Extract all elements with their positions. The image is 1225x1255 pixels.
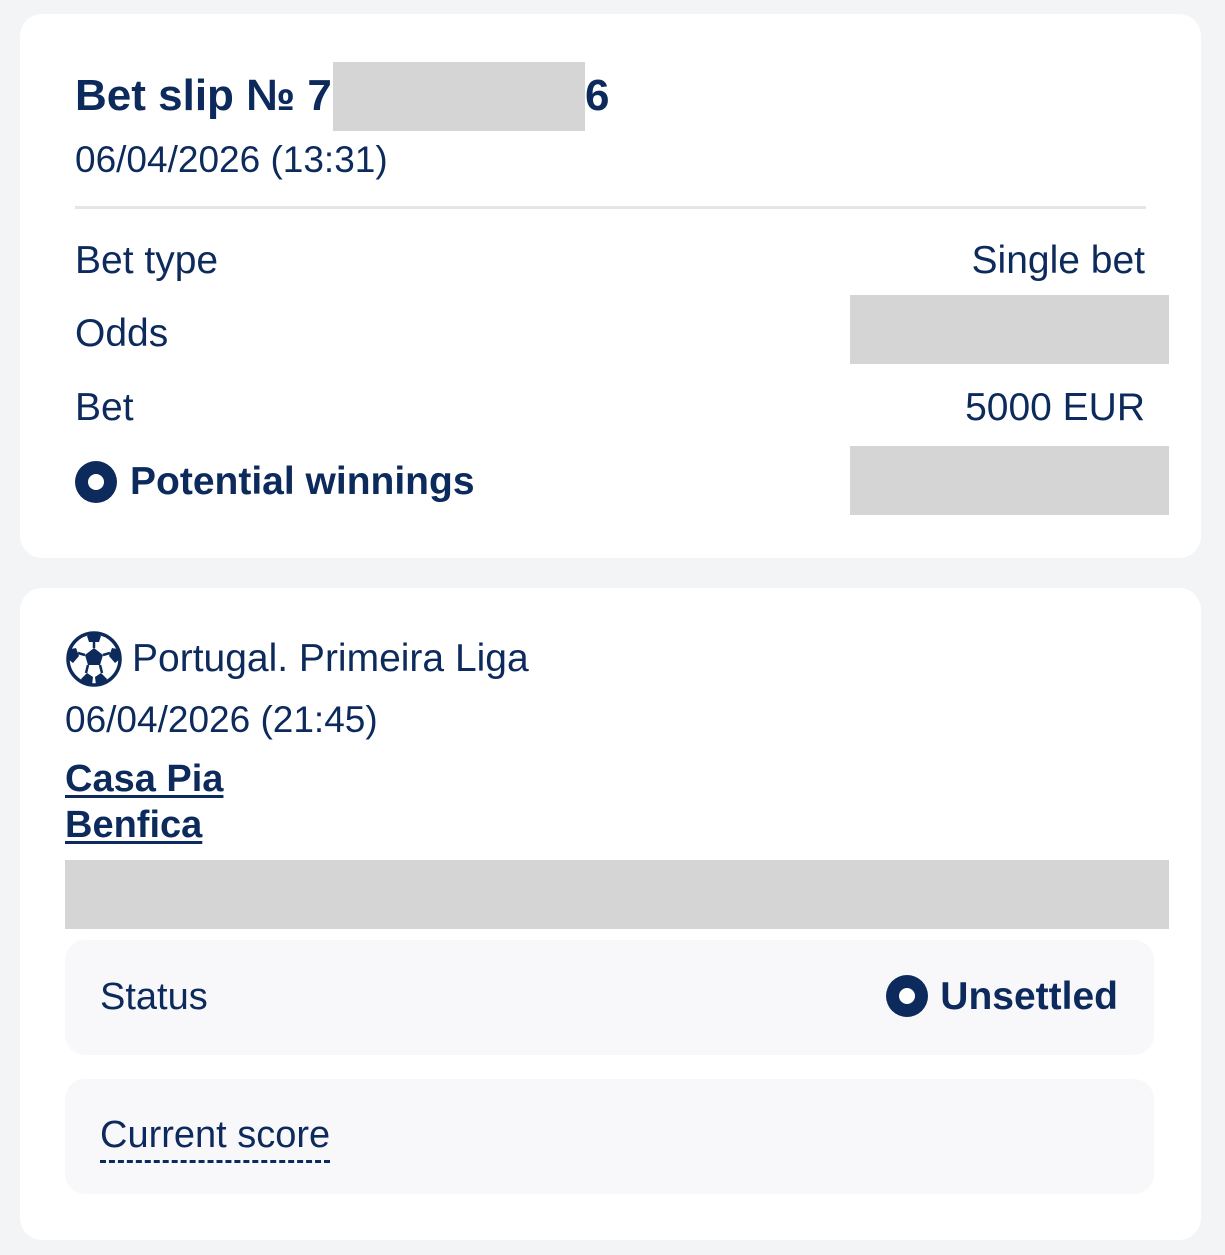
status-label: Status xyxy=(100,976,208,1018)
bet-slip-summary-card: Bet slip № 7 6 06/04/2026 (13:31) Bet ty… xyxy=(20,14,1201,558)
event-date: 06/04/2026 (21:45) xyxy=(65,699,378,740)
status-dot-icon xyxy=(75,461,117,503)
bet-label: Bet xyxy=(75,386,134,429)
redacted-odds-value xyxy=(850,295,1169,364)
potential-winnings-label: Potential winnings xyxy=(130,460,475,503)
status-value: Unsettled xyxy=(940,975,1118,1018)
bet-slip-title-suffix: 6 xyxy=(585,71,610,120)
team-away-link[interactable]: Benfica xyxy=(65,802,202,848)
status-dot-icon xyxy=(886,975,928,1017)
bet-amount-value: 5000 EUR xyxy=(965,386,1145,429)
bet-slip-title-prefix: Bet slip № 7 xyxy=(75,71,332,120)
redacted-slip-number xyxy=(333,62,585,131)
soccer-ball-icon xyxy=(66,631,122,687)
bet-event-card: Portugal. Primeira Liga 06/04/2026 (21:4… xyxy=(20,588,1201,1240)
current-score-panel[interactable]: Current score xyxy=(65,1079,1154,1194)
league-name: Portugal. Primeira Liga xyxy=(132,637,529,680)
status-panel: Status Unsettled xyxy=(65,940,1154,1055)
redacted-selection xyxy=(65,860,1169,929)
team-home-link[interactable]: Casa Pia xyxy=(65,756,223,802)
bet-slip-date: 06/04/2026 (13:31) xyxy=(75,139,388,180)
odds-label: Odds xyxy=(75,312,169,355)
redacted-winnings-value xyxy=(850,446,1169,515)
bet-type-label: Bet type xyxy=(75,239,219,282)
current-score-link[interactable]: Current score xyxy=(100,1112,331,1163)
bet-type-value: Single bet xyxy=(971,239,1145,282)
divider xyxy=(75,206,1146,209)
